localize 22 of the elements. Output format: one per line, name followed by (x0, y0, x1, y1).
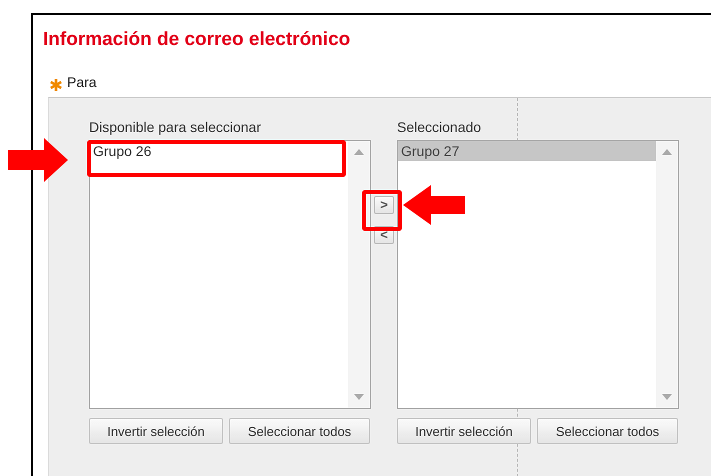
list-button[interactable]: Seleccionar todos (537, 418, 678, 444)
field-label: Para (67, 74, 97, 90)
list-label: Disponible para seleccionar (89, 118, 262, 137)
scroll-down-icon[interactable] (354, 394, 364, 400)
section-title: Información de correo electrónico (43, 28, 352, 52)
scroll-up-icon[interactable] (354, 149, 364, 155)
list-item[interactable]: Grupo 27 (398, 141, 656, 161)
list-item[interactable]: Grupo 26 (90, 141, 348, 161)
list-button[interactable]: Invertir selección (397, 418, 531, 444)
list-box[interactable]: Grupo 26 (89, 140, 371, 409)
list-box[interactable]: Grupo 27 (397, 140, 679, 409)
list-label: Seleccionado (397, 118, 482, 137)
list-button[interactable]: Seleccionar todos (229, 418, 370, 444)
scroll-down-icon[interactable] (662, 394, 672, 400)
scrollbar[interactable] (656, 141, 678, 408)
move-button[interactable]: > (374, 196, 394, 214)
scrollbar[interactable] (348, 141, 370, 408)
highlight-box (362, 190, 402, 231)
arrow-left-icon (403, 185, 465, 225)
list-button[interactable]: Invertir selección (89, 418, 223, 444)
arrow-right-icon (8, 138, 68, 182)
scroll-up-icon[interactable] (662, 149, 672, 155)
